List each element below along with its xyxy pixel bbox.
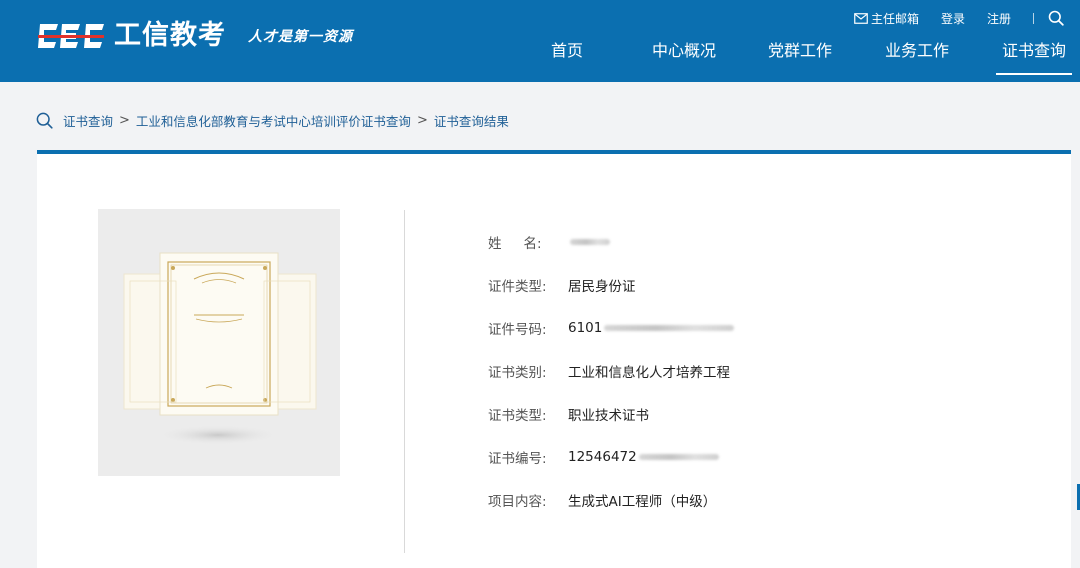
field-label: 姓名: xyxy=(488,236,542,252)
field-label: 项目内容: xyxy=(488,494,547,510)
masked-text xyxy=(638,454,719,460)
field-value: 职业技术证书 xyxy=(568,408,649,424)
breadcrumb-item[interactable]: 证书查询 xyxy=(63,111,113,130)
register-link[interactable]: 注册 xyxy=(987,10,1011,27)
field-cert-type: 证书类型: 职业技术证书 xyxy=(488,404,649,424)
mail-link[interactable]: 主任邮箱 xyxy=(854,10,919,27)
search-button[interactable] xyxy=(1048,10,1064,26)
mail-icon xyxy=(854,12,868,24)
field-value: 生成式AI工程师（中级） xyxy=(568,494,717,510)
field-id-type: 证件类型: 居民身份证 xyxy=(488,275,636,295)
mail-link-label: 主任邮箱 xyxy=(870,11,919,26)
field-value: 工业和信息化人才培养工程 xyxy=(568,365,730,381)
nav-party[interactable]: 党群工作 xyxy=(768,40,832,75)
top-links: 主任邮箱 登录 注册 xyxy=(832,9,1064,27)
login-link[interactable]: 登录 xyxy=(941,10,965,27)
nav-certificate-query[interactable]: 证书查询 xyxy=(995,40,1073,75)
field-value xyxy=(568,234,610,250)
nav-about[interactable]: 中心概况 xyxy=(652,40,716,75)
certificate-illustration-icon xyxy=(123,252,317,445)
field-label: 证件类型: xyxy=(488,279,547,295)
breadcrumb-item[interactable]: 工业和信息化部教育与考试中心培训评价证书查询 xyxy=(136,111,411,130)
field-label: 证件号码: xyxy=(488,322,547,338)
main-nav: 首页 中心概况 党群工作 业务工作 证书查询 xyxy=(0,40,1080,82)
nav-home[interactable]: 首页 xyxy=(551,40,583,75)
field-name: 姓名: xyxy=(488,232,610,252)
divider xyxy=(1033,12,1034,24)
vertical-divider xyxy=(404,210,405,553)
breadcrumb-search-icon xyxy=(36,112,53,129)
field-label: 证书编号: xyxy=(488,451,547,467)
field-label: 证书类型: xyxy=(488,408,547,424)
field-value: 12546472 xyxy=(568,449,719,465)
field-id-number: 证件号码: 6101 xyxy=(488,318,735,338)
masked-text xyxy=(604,325,735,331)
result-card: 姓名: 证件类型: 居民身份证 证件号码: 6101 证书类别: 工业和信息化人… xyxy=(37,150,1071,568)
breadcrumb-separator: > xyxy=(119,112,130,128)
field-label: 证书类别: xyxy=(488,365,547,381)
breadcrumb-current: 证书查询结果 xyxy=(433,113,509,129)
field-cert-category: 证书类别: 工业和信息化人才培养工程 xyxy=(488,361,730,381)
field-value: 居民身份证 xyxy=(568,279,636,295)
search-icon xyxy=(1048,10,1064,26)
field-project: 项目内容: 生成式AI工程师（中级） xyxy=(488,490,716,510)
certificate-image xyxy=(98,209,340,476)
masked-text xyxy=(570,239,610,245)
site-header: 工信教考 人才是第一资源 主任邮箱 登录 注册 首页 中心概况 党群工作 业务工… xyxy=(0,0,1080,82)
nav-business[interactable]: 业务工作 xyxy=(885,40,949,75)
field-value: 6101 xyxy=(568,320,735,336)
breadcrumb: 证书查询 > 工业和信息化部教育与考试中心培训评价证书查询 > 证书查询结果 xyxy=(36,109,509,131)
breadcrumb-separator: > xyxy=(416,112,428,128)
field-cert-number: 证书编号: 12546472 xyxy=(488,447,719,467)
